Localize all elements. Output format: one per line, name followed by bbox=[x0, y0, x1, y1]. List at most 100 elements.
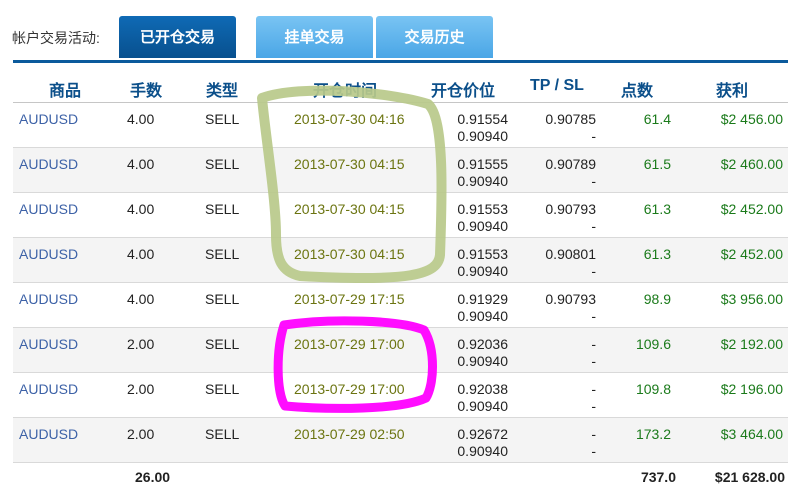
cell-type: SELL bbox=[205, 201, 240, 217]
take-profit-value: - bbox=[591, 336, 596, 352]
current-price-value: 0.90940 bbox=[457, 308, 508, 324]
table-row[interactable]: AUDUSD 4.00 SELL 2013-07-30 04:15 0.91555 0.9… bbox=[13, 148, 788, 193]
table-footer: 26.00 737.0 $21 628.00 bbox=[13, 463, 788, 491]
cell-points: 109.6 bbox=[635, 336, 671, 352]
col-open-time[interactable]: 开仓时间 bbox=[313, 77, 377, 101]
cell-lots: 4.00 bbox=[127, 291, 155, 307]
cell-points: 61.5 bbox=[643, 156, 671, 172]
col-lots[interactable]: 手数 bbox=[130, 77, 162, 101]
open-price-value: 0.91555 bbox=[457, 156, 508, 172]
cell-open-price: 0.92672 0.90940 bbox=[454, 426, 508, 460]
cell-tp-sl: -- bbox=[528, 381, 596, 415]
cell-type: SELL bbox=[205, 336, 240, 352]
cell-open-time: 2013-07-29 17:15 bbox=[294, 291, 405, 307]
stop-loss-value: - bbox=[591, 308, 596, 324]
cell-tp-sl: 0.90793- bbox=[528, 201, 596, 235]
cell-profit: $2 452.00 bbox=[720, 201, 783, 217]
cell-open-time: 2013-07-30 04:15 bbox=[294, 246, 405, 262]
cell-open-time: 2013-07-29 02:50 bbox=[294, 426, 405, 442]
table-row[interactable]: AUDUSD 4.00 SELL 2013-07-30 04:15 0.91553 0.9… bbox=[13, 193, 788, 238]
cell-profit: $3 464.00 bbox=[720, 426, 783, 442]
col-symbol[interactable]: 商品 bbox=[49, 77, 81, 101]
take-profit-value: 0.90785 bbox=[545, 111, 596, 127]
cell-symbol[interactable]: AUDUSD bbox=[19, 246, 78, 262]
col-profit[interactable]: 获利 bbox=[716, 77, 748, 101]
stop-loss-value: - bbox=[591, 173, 596, 189]
cell-symbol[interactable]: AUDUSD bbox=[19, 426, 78, 442]
cell-points: 173.2 bbox=[635, 426, 671, 442]
cell-points: 109.8 bbox=[635, 381, 671, 397]
cell-symbol[interactable]: AUDUSD bbox=[19, 336, 78, 352]
cell-profit: $3 956.00 bbox=[720, 291, 783, 307]
cell-lots: 4.00 bbox=[127, 201, 155, 217]
cell-lots: 4.00 bbox=[127, 111, 155, 127]
total-lots: 26.00 bbox=[135, 469, 171, 485]
open-price-value: 0.91553 bbox=[457, 246, 508, 262]
cell-lots: 4.00 bbox=[127, 246, 155, 262]
tab-pending-orders[interactable]: 挂单交易 bbox=[256, 16, 373, 58]
table-row[interactable]: AUDUSD 2.00 SELL 2013-07-29 17:00 0.92036 0.9… bbox=[13, 328, 788, 373]
cell-points: 61.3 bbox=[643, 201, 671, 217]
stop-loss-value: - bbox=[591, 218, 596, 234]
cell-symbol[interactable]: AUDUSD bbox=[19, 291, 78, 307]
open-price-value: 0.92038 bbox=[457, 381, 508, 397]
total-profit: $21 628.00 bbox=[714, 469, 785, 485]
current-price-value: 0.90940 bbox=[457, 353, 508, 369]
open-price-value: 0.91554 bbox=[457, 111, 508, 127]
cell-open-price: 0.92038 0.90940 bbox=[454, 381, 508, 415]
tab-open-trades[interactable]: 已开仓交易 bbox=[119, 16, 236, 58]
cell-points: 61.4 bbox=[643, 111, 671, 127]
stop-loss-value: - bbox=[591, 353, 596, 369]
cell-lots: 4.00 bbox=[127, 156, 155, 172]
cell-open-price: 0.91554 0.90940 bbox=[454, 111, 508, 145]
cell-points: 61.3 bbox=[643, 246, 671, 262]
current-price-value: 0.90940 bbox=[457, 218, 508, 234]
open-trades-table: 商品 手数 类型 开仓时间 开仓价位 TP / SL 点数 获利 AUDUSD 4… bbox=[13, 63, 788, 491]
total-points: 737.0 bbox=[640, 469, 676, 485]
account-activity-label: 帐户交易活动: bbox=[12, 30, 100, 46]
cell-profit: $2 460.00 bbox=[720, 156, 783, 172]
cell-type: SELL bbox=[205, 156, 240, 172]
current-price-value: 0.90940 bbox=[457, 263, 508, 279]
cell-points: 98.9 bbox=[643, 291, 671, 307]
table-row[interactable]: AUDUSD 4.00 SELL 2013-07-30 04:16 0.91554 0.9… bbox=[13, 103, 788, 148]
open-price-value: 0.91553 bbox=[457, 201, 508, 217]
table-row[interactable]: AUDUSD 4.00 SELL 2013-07-30 04:15 0.91553 0.9… bbox=[13, 238, 788, 283]
take-profit-value: 0.90789 bbox=[545, 156, 596, 172]
cell-symbol[interactable]: AUDUSD bbox=[19, 156, 78, 172]
cell-symbol[interactable]: AUDUSD bbox=[19, 201, 78, 217]
table-header: 商品 手数 类型 开仓时间 开仓价位 TP / SL 点数 获利 bbox=[13, 63, 788, 103]
table-row[interactable]: AUDUSD 2.00 SELL 2013-07-29 02:50 0.92672 0.9… bbox=[13, 418, 788, 463]
cell-open-price: 0.92036 0.90940 bbox=[454, 336, 508, 370]
open-price-value: 0.92672 bbox=[457, 426, 508, 442]
current-price-value: 0.90940 bbox=[457, 173, 508, 189]
col-open-price[interactable]: 开仓价位 bbox=[431, 77, 495, 101]
cell-profit: $2 196.00 bbox=[720, 381, 783, 397]
cell-open-time: 2013-07-29 17:00 bbox=[294, 381, 405, 397]
col-points[interactable]: 点数 bbox=[621, 77, 653, 101]
stop-loss-value: - bbox=[591, 398, 596, 414]
stop-loss-value: - bbox=[591, 128, 596, 144]
cell-lots: 2.00 bbox=[127, 426, 155, 442]
cell-profit: $2 192.00 bbox=[720, 336, 783, 352]
cell-type: SELL bbox=[205, 246, 240, 262]
cell-open-time: 2013-07-30 04:15 bbox=[294, 201, 405, 217]
col-type[interactable]: 类型 bbox=[206, 77, 238, 101]
cell-symbol[interactable]: AUDUSD bbox=[19, 381, 78, 397]
table-row[interactable]: AUDUSD 4.00 SELL 2013-07-29 17:15 0.91929 0.9… bbox=[13, 283, 788, 328]
cell-open-price: 0.91929 0.90940 bbox=[454, 291, 508, 325]
cell-tp-sl: 0.90789- bbox=[528, 156, 596, 190]
cell-profit: $2 452.00 bbox=[720, 246, 783, 262]
cell-open-time: 2013-07-30 04:16 bbox=[294, 111, 405, 127]
col-tp-sl[interactable]: TP / SL bbox=[530, 77, 584, 95]
cell-profit: $2 456.00 bbox=[720, 111, 783, 127]
current-price-value: 0.90940 bbox=[457, 443, 508, 459]
tab-trade-history[interactable]: 交易历史 bbox=[376, 16, 493, 58]
cell-symbol[interactable]: AUDUSD bbox=[19, 111, 78, 127]
cell-lots: 2.00 bbox=[127, 381, 155, 397]
stop-loss-value: - bbox=[591, 263, 596, 279]
cell-type: SELL bbox=[205, 381, 240, 397]
open-price-value: 0.92036 bbox=[457, 336, 508, 352]
table-row[interactable]: AUDUSD 2.00 SELL 2013-07-29 17:00 0.92038 0.9… bbox=[13, 373, 788, 418]
take-profit-value: 0.90793 bbox=[545, 291, 596, 307]
